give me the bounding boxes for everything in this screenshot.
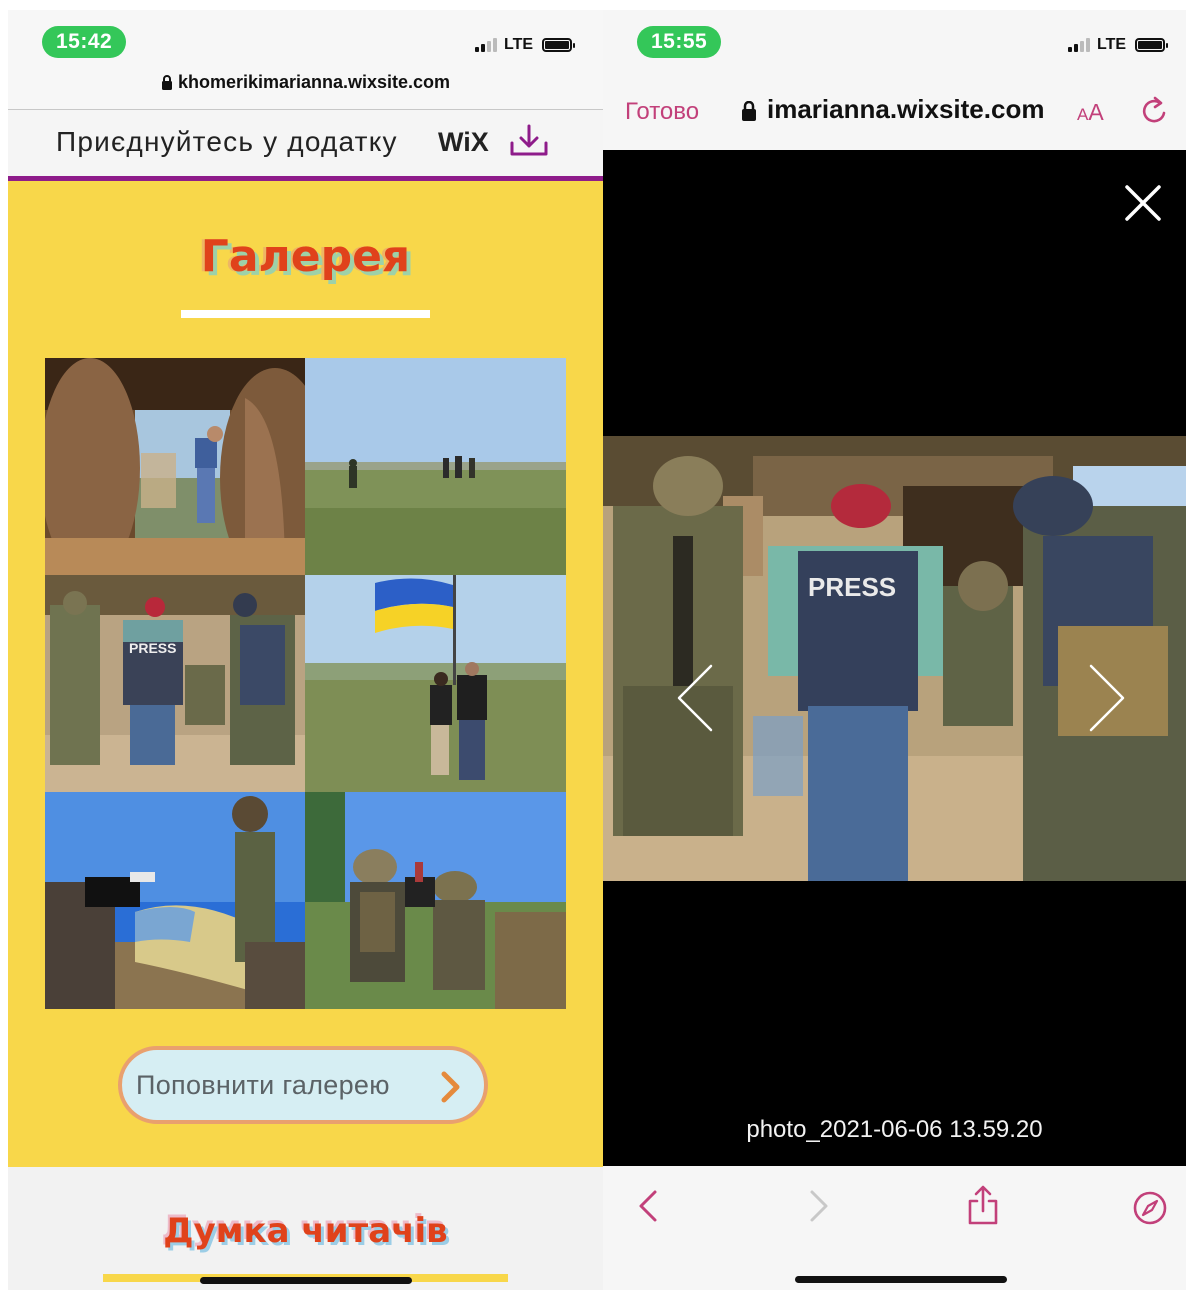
status-time: 15:42 [42,26,127,58]
title-underline [181,310,430,318]
gallery-title: Галерея [200,231,411,282]
photo-viewer: PRESS photo_2021-06-06 13.59.20 [603,150,1186,1166]
address-bar[interactable]: imarianna.wixsite.com [741,94,1044,125]
chevron-right-icon [441,1071,460,1103]
svg-text:PRESS: PRESS [129,640,176,656]
left-phone-screen: 15:42 LTE khomerikimarianna.wixsite.com … [8,10,603,1290]
add-to-gallery-label: Поповнити галерею [136,1070,390,1100]
signal-icon [1068,38,1090,52]
lock-icon [742,101,756,121]
gallery-photo-flag[interactable] [305,575,566,792]
gallery-photo-camera[interactable] [45,792,305,1009]
signal-icon [475,38,497,52]
done-button[interactable]: Готово [625,98,699,126]
download-icon[interactable] [508,123,550,159]
gallery-photo-helmets[interactable] [305,792,566,1009]
home-indicator[interactable] [200,1277,412,1284]
chevron-left-icon[interactable] [675,662,715,734]
share-icon[interactable] [966,1184,1000,1226]
status-time: 15:55 [637,26,722,58]
browser-toolbar [603,1166,1186,1290]
press-label: PRESS [808,572,896,602]
home-indicator[interactable] [795,1276,1007,1283]
chevron-right-icon[interactable] [1087,662,1127,734]
url-text: khomerikimarianna.wixsite.com [177,72,451,92]
close-icon[interactable] [1124,184,1162,222]
text-size-small: A [1077,105,1089,124]
network-label: LTE [1097,36,1127,53]
battery-icon [1135,38,1169,52]
gallery-photo-trench[interactable] [45,358,305,575]
text-size-button[interactable]: AA [1077,99,1104,126]
url-text: imarianna.wixsite.com [767,94,1045,124]
address-bar[interactable]: khomerikimarianna.wixsite.com [8,72,603,93]
text-size-big: A [1088,99,1104,125]
status-indicators: LTE [1068,36,1169,54]
reload-icon[interactable] [1140,95,1170,127]
back-icon[interactable] [637,1188,659,1224]
gallery-photo-press[interactable]: PRESS [45,575,305,792]
app-banner[interactable]: Приєднуйтесь у додатку WiX [8,110,603,181]
readers-section: Думка читачів [8,1167,603,1290]
right-phone-screen: 15:55 LTE Готово imarianna.wixsite.com A… [603,10,1186,1290]
battery-icon [542,38,576,52]
add-to-gallery-button[interactable]: Поповнити галерею [118,1046,488,1124]
photo-caption: photo_2021-06-06 13.59.20 [746,1116,1043,1143]
gallery-section: Галерея PRESS Поповнити галерею [8,181,603,1167]
status-indicators: LTE [475,36,576,54]
photo-grid: PRESS [45,358,566,1009]
app-banner-text: Приєднуйтесь у додатку [56,126,398,157]
gallery-photo-field[interactable] [305,358,566,575]
wix-logo: WiX [438,127,489,157]
forward-icon[interactable] [808,1188,830,1224]
viewer-photo: PRESS [603,436,1186,881]
lock-icon [161,75,172,90]
readers-title: Думка читачів [163,1211,448,1251]
network-label: LTE [504,36,534,53]
compass-icon[interactable] [1132,1190,1168,1226]
